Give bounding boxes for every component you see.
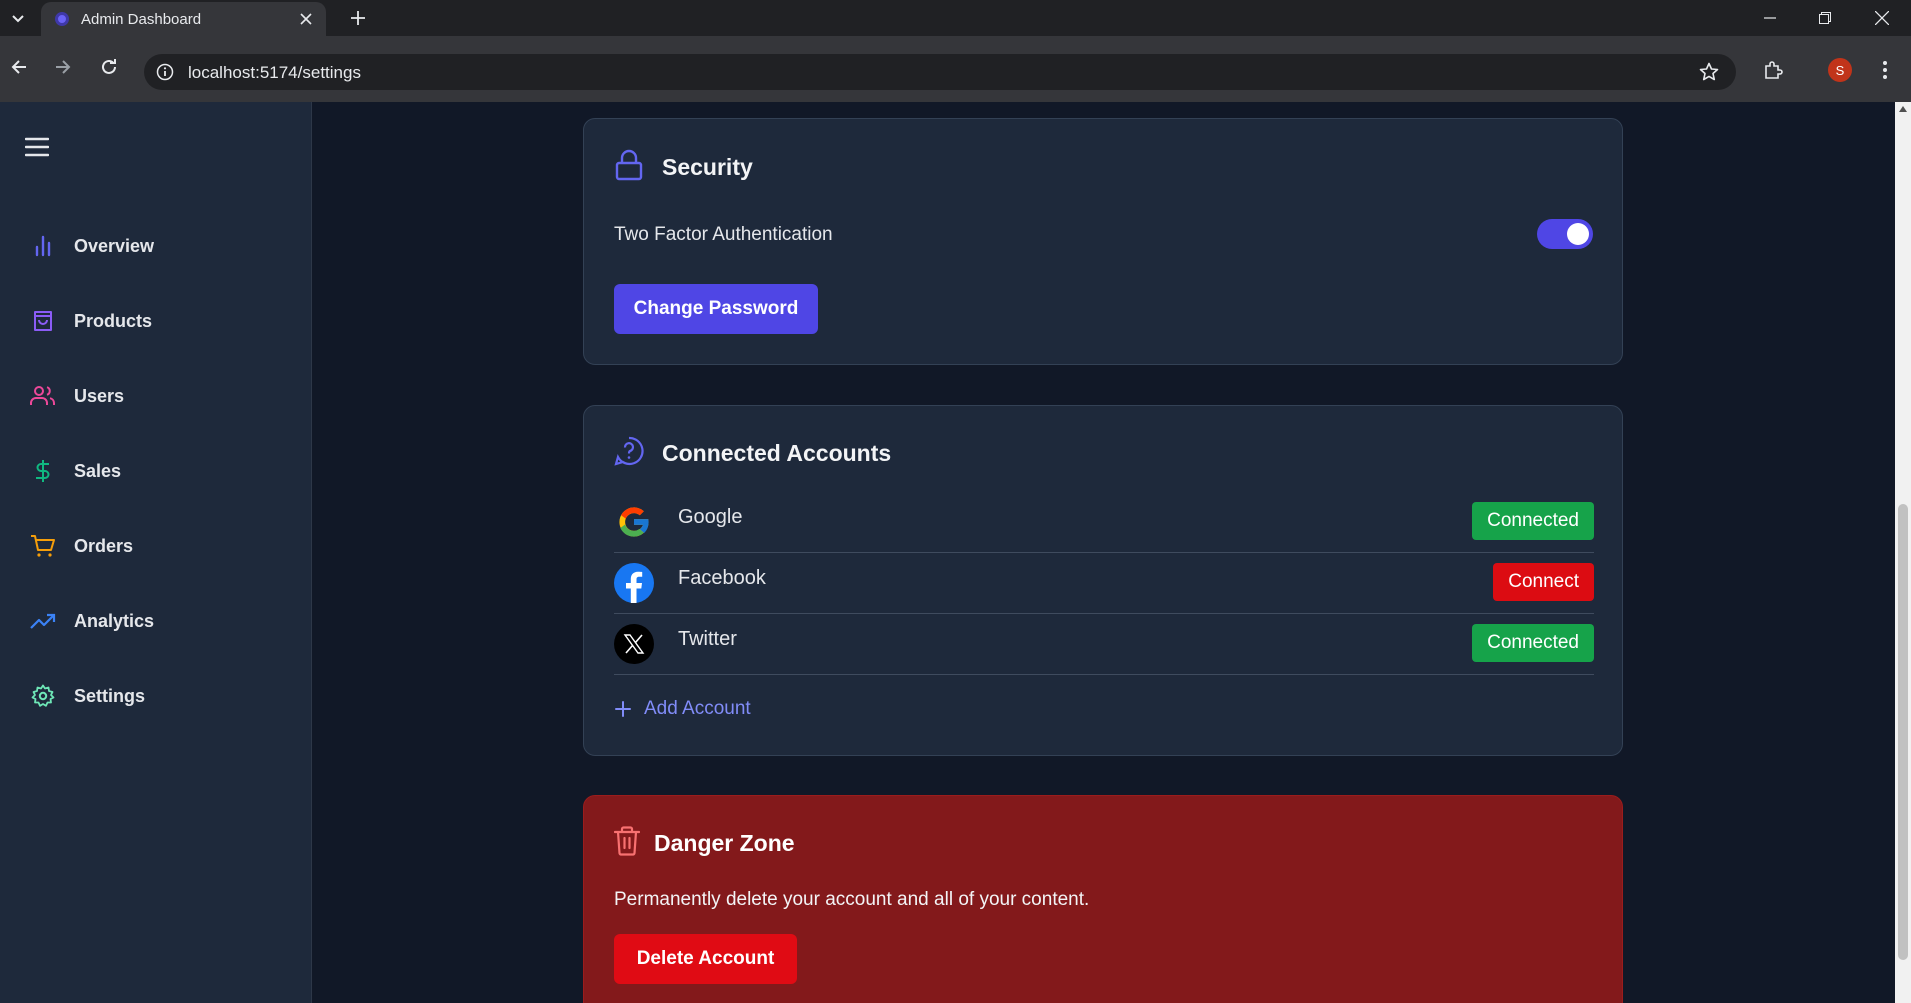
add-account-label: Add Account	[644, 698, 751, 719]
connected-accounts-title: Connected Accounts	[662, 440, 892, 466]
reload-icon[interactable]	[94, 52, 124, 82]
browser-tab-bar: Admin Dashboard	[0, 0, 1911, 36]
security-header: Security	[614, 149, 753, 186]
sidebar-item-label: Analytics	[74, 610, 155, 631]
browser-tab[interactable]: Admin Dashboard	[41, 2, 326, 36]
address-bar[interactable]: localhost:5174/settings	[144, 54, 1736, 90]
tab-title: Admin Dashboard	[81, 11, 202, 28]
change-password-button[interactable]: Change Password	[614, 284, 818, 334]
account-name: Google	[678, 506, 743, 528]
shopping-bag-icon	[28, 306, 58, 336]
sidebar-item-analytics[interactable]: Analytics	[16, 593, 296, 649]
sidebar-item-label: Products	[74, 310, 153, 331]
sidebar-item-label: Overview	[74, 235, 155, 256]
sidebar: Overview Products Users Sales Orders Ana…	[0, 102, 312, 1003]
two-factor-toggle[interactable]	[1537, 219, 1593, 249]
menu-hamburger-icon[interactable]	[22, 132, 52, 162]
danger-zone-header: Danger Zone	[613, 826, 795, 861]
facebook-logo-icon	[614, 563, 654, 603]
close-tab-icon[interactable]	[296, 9, 316, 29]
users-icon	[28, 381, 58, 411]
scroll-up-arrow-icon[interactable]	[1899, 106, 1907, 112]
account-row-facebook: Facebook Connect	[614, 553, 1594, 614]
forward-arrow-icon[interactable]	[48, 52, 78, 82]
account-row-twitter: Twitter Connected	[614, 614, 1594, 675]
connected-accounts-card: Connected Accounts Google Connected Face…	[583, 405, 1623, 756]
admin-app: Overview Products Users Sales Orders Ana…	[0, 102, 1895, 1003]
security-card: Security Two Factor Authentication Chang…	[583, 118, 1623, 365]
sidebar-item-overview[interactable]: Overview	[16, 218, 296, 274]
sidebar-item-label: Settings	[74, 685, 146, 706]
danger-zone-description: Permanently delete your account and all …	[614, 889, 1090, 910]
settings-main: Security Two Factor Authentication Chang…	[313, 102, 1895, 1003]
security-title: Security	[662, 154, 753, 180]
connected-accounts-header: Connected Accounts	[614, 436, 891, 471]
toggle-knob	[1567, 223, 1589, 245]
sidebar-item-label: Users	[74, 385, 125, 406]
twitter-status-button[interactable]: Connected	[1472, 624, 1594, 662]
settings-icon	[28, 681, 58, 711]
google-status-button[interactable]: Connected	[1472, 502, 1594, 540]
shopping-cart-icon	[28, 531, 58, 561]
sidebar-item-label: Orders	[74, 535, 134, 556]
plus-icon	[614, 700, 632, 718]
sidebar-item-orders[interactable]: Orders	[16, 518, 296, 574]
trending-up-icon	[28, 606, 58, 636]
bookmark-star-icon[interactable]	[1698, 61, 1720, 83]
favicon-icon	[55, 12, 69, 26]
delete-account-button[interactable]: Delete Account	[614, 934, 797, 984]
google-logo-icon	[614, 502, 654, 542]
bar-chart-icon	[28, 231, 58, 261]
help-circle-icon	[614, 436, 644, 471]
account-name: Facebook	[678, 567, 766, 589]
scroll-thumb[interactable]	[1898, 504, 1908, 960]
back-arrow-icon[interactable]	[4, 52, 34, 82]
sidebar-item-settings[interactable]: Settings	[16, 668, 296, 724]
x-logo-icon	[614, 624, 654, 664]
danger-zone-title: Danger Zone	[654, 830, 795, 856]
browser-menu-kebab-icon[interactable]	[1870, 55, 1900, 85]
two-factor-label: Two Factor Authentication	[614, 224, 833, 245]
minimize-icon[interactable]	[1750, 4, 1790, 32]
site-info-icon[interactable]	[154, 61, 176, 83]
browser-toolbar: localhost:5174/settings S	[0, 36, 1911, 102]
danger-zone-card: Danger Zone Permanently delete your acco…	[583, 795, 1623, 1003]
new-tab-plus-icon[interactable]	[346, 6, 370, 30]
trash-icon	[613, 826, 641, 861]
sidebar-item-label: Sales	[74, 460, 122, 481]
add-account-link[interactable]: Add Account	[614, 698, 751, 720]
sidebar-item-sales[interactable]: Sales	[16, 443, 296, 499]
tab-search-chevron-icon[interactable]	[6, 6, 30, 30]
extensions-puzzle-icon[interactable]	[1758, 55, 1788, 85]
sidebar-item-products[interactable]: Products	[16, 293, 296, 349]
url-text: localhost:5174/settings	[188, 63, 361, 82]
lock-icon	[614, 149, 644, 186]
account-name: Twitter	[678, 628, 737, 650]
restore-icon[interactable]	[1805, 4, 1845, 32]
dollar-sign-icon	[28, 456, 58, 486]
page-scrollbar[interactable]	[1895, 102, 1911, 1003]
close-window-icon[interactable]	[1862, 4, 1902, 32]
profile-avatar[interactable]: S	[1828, 58, 1852, 82]
facebook-connect-button[interactable]: Connect	[1493, 563, 1594, 601]
sidebar-item-users[interactable]: Users	[16, 368, 296, 424]
account-row-google: Google Connected	[614, 492, 1594, 553]
